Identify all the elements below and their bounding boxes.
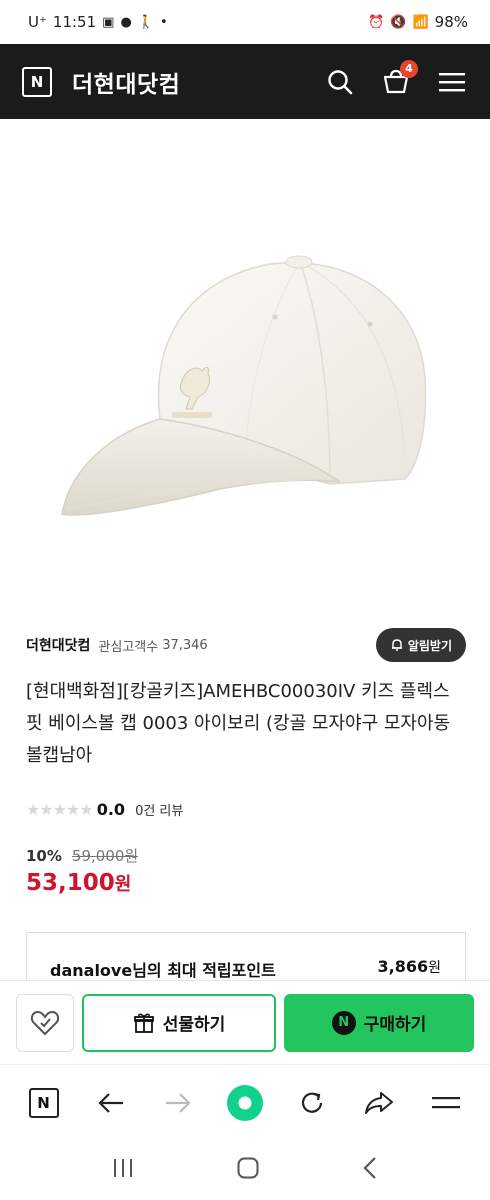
cart-button[interactable]: 4 bbox=[380, 59, 418, 98]
cart-count-badge: 4 bbox=[400, 59, 418, 78]
share-button[interactable] bbox=[357, 1081, 401, 1125]
wishlist-button[interactable] bbox=[16, 993, 74, 1052]
heart-outline-icon bbox=[30, 1010, 60, 1035]
home-button[interactable] bbox=[236, 1156, 260, 1184]
menu-lines-icon bbox=[432, 1096, 461, 1108]
cap-illustration bbox=[61, 255, 427, 516]
store-name[interactable]: 더현대닷컴 bbox=[26, 635, 90, 655]
mute-icon: 🔇 bbox=[390, 14, 407, 30]
gift-button-label: 선물하기 bbox=[162, 1015, 226, 1035]
wifi-icon: 📶 bbox=[412, 14, 429, 30]
system-back-button[interactable] bbox=[361, 1156, 379, 1184]
bell-plus-icon bbox=[391, 639, 402, 651]
dot-icon: • bbox=[159, 14, 168, 30]
review-count[interactable]: 0건 리뷰 bbox=[135, 800, 183, 819]
clock: 11:51 bbox=[52, 13, 97, 31]
app-header: N 더현대닷컴 4 bbox=[0, 44, 490, 119]
forward-arrow-icon bbox=[165, 1092, 191, 1113]
browser-toolbar: N bbox=[0, 1064, 490, 1140]
back-arrow-icon bbox=[98, 1092, 123, 1113]
brand-title[interactable]: 더현대닷컴 bbox=[72, 65, 180, 99]
product-image[interactable] bbox=[0, 119, 490, 614]
discount-row: 10% 59,000원 bbox=[26, 845, 138, 866]
chat-icon: ● bbox=[120, 14, 132, 30]
product-title: [현대백화점][캉골키즈]AMEHBC00030IV 키즈 플렉스핏 베이스볼 … bbox=[26, 681, 451, 766]
logo[interactable]: N bbox=[22, 66, 52, 97]
original-price: 59,000원 bbox=[71, 847, 139, 865]
carrier-label: U⁺ bbox=[28, 13, 47, 31]
system-nav-bar bbox=[0, 1140, 490, 1200]
alarm-button-label: 알림받기 bbox=[407, 638, 452, 653]
alarm-subscribe-button[interactable]: 알림받기 bbox=[375, 628, 466, 662]
gift-button[interactable]: 선물하기 bbox=[82, 993, 276, 1052]
buy-button[interactable]: N 구매하기 bbox=[284, 993, 474, 1052]
recent-apps-icon bbox=[113, 1159, 132, 1177]
rating-score: 0.0 bbox=[96, 799, 126, 819]
purchase-action-bar: 선물하기 N 구매하기 bbox=[0, 980, 490, 1064]
buy-button-label: 구매하기 bbox=[363, 1015, 427, 1035]
sale-price-value: 53,100 bbox=[26, 870, 115, 896]
npay-icon: N bbox=[331, 1010, 356, 1035]
star-rating-icon: ★★★★★ bbox=[26, 799, 94, 819]
walking-icon: 🚶 bbox=[137, 14, 154, 30]
points-unit: 원 bbox=[428, 960, 441, 976]
search-button[interactable] bbox=[324, 66, 356, 98]
discount-rate: 10% bbox=[26, 846, 62, 865]
home-icon bbox=[237, 1157, 259, 1179]
recent-apps-button[interactable] bbox=[111, 1157, 135, 1183]
battery-percent: 98% bbox=[434, 13, 468, 31]
browser-menu-button[interactable] bbox=[424, 1081, 468, 1125]
rating-row[interactable]: ★★★★★ 0.0 0건 리뷰 bbox=[26, 798, 183, 820]
sale-price: 53,100원 bbox=[26, 870, 131, 896]
follower-label: 관심고객수 bbox=[98, 639, 159, 655]
refresh-button[interactable] bbox=[290, 1081, 334, 1125]
chevron-left-icon bbox=[363, 1157, 377, 1179]
forward-button[interactable] bbox=[156, 1081, 200, 1125]
store-row: 더현대닷컴 관심고객수 37,346 알림받기 bbox=[26, 628, 466, 662]
hamburger-icon bbox=[439, 72, 465, 91]
green-dot-icon bbox=[226, 1084, 263, 1121]
follower-count: 37,346 bbox=[162, 637, 208, 653]
gift-icon bbox=[133, 1013, 154, 1033]
share-arrow-icon bbox=[365, 1091, 394, 1114]
gallery-icon: ▣ bbox=[102, 14, 115, 30]
back-button[interactable] bbox=[89, 1081, 133, 1125]
naver-logo-icon: N bbox=[28, 1087, 59, 1118]
logo-letter: N bbox=[30, 72, 44, 91]
menu-button[interactable] bbox=[436, 66, 468, 98]
points-amount: 3,866 bbox=[377, 957, 429, 976]
alarm-status-icon: ⏰ bbox=[368, 14, 385, 30]
refresh-icon bbox=[302, 1092, 323, 1113]
green-dot-button[interactable] bbox=[223, 1081, 267, 1125]
search-icon bbox=[328, 69, 353, 94]
browser-home-button[interactable]: N bbox=[22, 1081, 66, 1125]
status-bar: U⁺ 11:51 ▣ ● 🚶 • ⏰ 🔇 📶 98% bbox=[0, 0, 490, 44]
sale-price-unit: 원 bbox=[114, 874, 132, 895]
